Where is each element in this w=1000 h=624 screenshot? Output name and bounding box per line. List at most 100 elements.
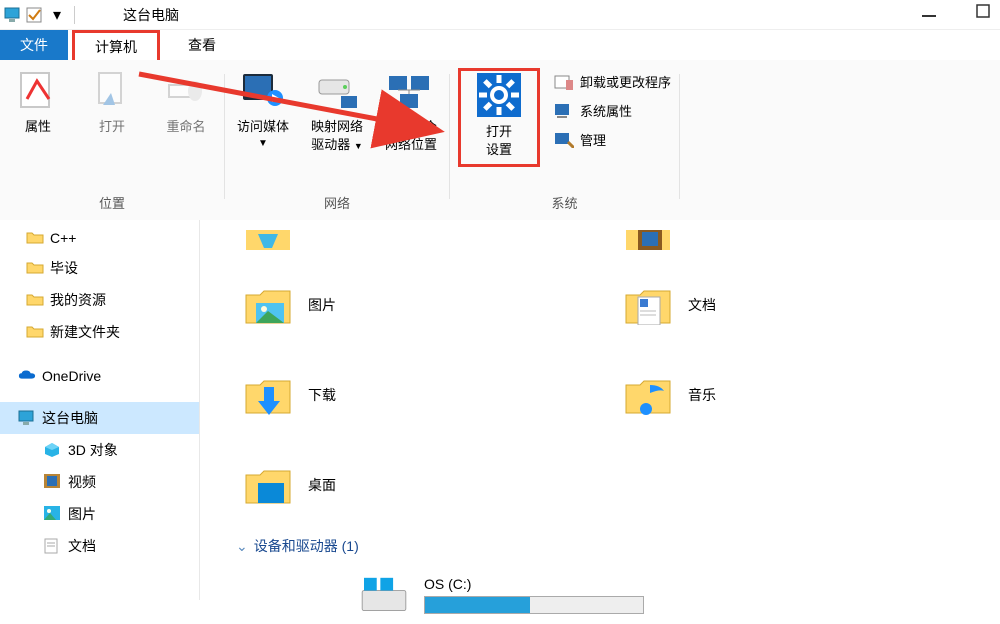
nav-pictures[interactable]: 图片: [0, 498, 199, 530]
properties-button[interactable]: 属性: [8, 68, 68, 136]
properties-label: 属性: [25, 118, 51, 136]
ribbon-group-network: 访问媒体 ▼ 映射网络驱动器 ▼ 添加一个网络位置 网络: [225, 68, 449, 220]
add-network-location-button[interactable]: 添加一个网络位置: [381, 68, 441, 153]
access-media-icon: [241, 68, 285, 112]
devices-section-header[interactable]: ⌄ 设备和驱动器 (1): [236, 536, 359, 556]
nav-folder-new[interactable]: 新建文件夹: [0, 316, 199, 348]
ribbon-group-location: 属性 打开 重命名 位置: [0, 68, 224, 220]
drive-item-os-c[interactable]: OS (C:): [356, 576, 644, 624]
nav-label: 毕设: [50, 258, 78, 278]
ribbon-tabs: 文件 计算机 查看: [0, 30, 1000, 60]
nav-label: 图片: [68, 504, 96, 524]
open-label: 打开: [99, 118, 125, 136]
maximize-button[interactable]: [976, 4, 990, 23]
folder-item-partial[interactable]: [620, 220, 1000, 260]
folder-item-music[interactable]: 音乐: [620, 350, 1000, 440]
nav-this-pc[interactable]: 这台电脑: [0, 402, 199, 434]
map-drive-label-2: 驱动器: [311, 137, 350, 152]
add-loc-label-1: 添加一个: [385, 119, 437, 134]
open-icon: [90, 68, 134, 112]
folder-item-desktop[interactable]: 桌面: [240, 440, 620, 530]
manage-link[interactable]: 管理: [554, 130, 671, 149]
nav-label: OneDrive: [42, 368, 101, 384]
desktop-folder-icon: [240, 457, 296, 513]
folder-icon: [26, 292, 44, 308]
system-properties-icon: [554, 103, 574, 119]
manage-label: 管理: [580, 130, 606, 149]
access-media-button[interactable]: 访问媒体 ▼: [233, 68, 293, 149]
map-drive-label-1: 映射网络: [311, 119, 363, 134]
open-button[interactable]: 打开: [82, 68, 142, 136]
capacity-fill: [425, 597, 530, 613]
tab-view[interactable]: 查看: [168, 30, 236, 60]
rename-button[interactable]: 重命名: [156, 68, 216, 136]
navigation-pane: C++ 毕设 我的资源 新建文件夹 OneDrive 这台电脑 3D 对象: [0, 220, 200, 600]
documents-icon: [44, 538, 62, 554]
computer-icon: [18, 410, 36, 426]
add-loc-label-2: 网络位置: [385, 137, 437, 152]
pictures-icon: [44, 506, 62, 522]
tab-file[interactable]: 文件: [0, 30, 68, 60]
uninstall-icon: [554, 74, 574, 90]
dropdown-icon: ▼: [258, 138, 268, 149]
rename-label: 重命名: [166, 118, 205, 136]
uninstall-programs-link[interactable]: 卸载或更改程序: [554, 72, 671, 91]
tab-computer[interactable]: 计算机: [72, 30, 160, 60]
nav-videos[interactable]: 视频: [0, 466, 199, 498]
onedrive-icon: [18, 368, 36, 384]
map-drive-button[interactable]: 映射网络驱动器 ▼: [307, 68, 367, 153]
item-label: 图片: [308, 295, 336, 315]
downloads-folder-icon: [240, 367, 296, 423]
dropdown-icon: ▼: [354, 141, 363, 151]
item-label: 桌面: [308, 475, 336, 495]
open-settings-highlight: 打开设置: [458, 68, 540, 167]
group-label-system: 系统: [552, 193, 578, 212]
title-bar-separator: [74, 6, 75, 24]
nav-label: 新建文件夹: [50, 322, 120, 342]
qat-checkbox-icon[interactable]: [26, 6, 44, 24]
manage-icon: [554, 132, 574, 148]
pictures-folder-icon: [240, 277, 296, 333]
app-icon: [4, 6, 22, 24]
group-label-network: 网络: [324, 193, 350, 212]
qat-dropdown-icon[interactable]: ▾: [48, 6, 66, 24]
ribbon-group-system: 打开设置 卸载或更改程序 系统属性 管理 系统: [450, 68, 679, 220]
nav-documents[interactable]: 文档: [0, 530, 199, 562]
item-label: 下载: [308, 385, 336, 405]
window-controls: [922, 4, 990, 23]
nav-3d-objects[interactable]: 3D 对象: [0, 434, 199, 466]
group-label-location: 位置: [99, 193, 125, 212]
folder-item-downloads[interactable]: 下载: [240, 350, 620, 440]
folder-item-partial[interactable]: [240, 220, 620, 260]
title-bar: ▾ 这台电脑: [0, 0, 1000, 30]
capacity-bar: [424, 596, 644, 614]
videos-icon: [44, 474, 62, 490]
nav-label: 视频: [68, 472, 96, 492]
minimize-button[interactable]: [922, 4, 936, 23]
nav-label: C++: [50, 230, 76, 246]
open-settings-button[interactable]: 打开设置: [469, 73, 529, 158]
folder-icon: [26, 230, 44, 246]
drive-icon: [356, 576, 412, 624]
uninstall-label: 卸载或更改程序: [580, 72, 671, 91]
nav-folder-cpp[interactable]: C++: [0, 224, 199, 252]
chevron-down-icon: ⌄: [236, 538, 248, 555]
nav-onedrive[interactable]: OneDrive: [0, 362, 199, 390]
nav-label: 这台电脑: [42, 408, 98, 428]
folder-item-documents[interactable]: 文档: [620, 260, 1000, 350]
folder-item-pictures[interactable]: 图片: [240, 260, 620, 350]
folder-icon: [26, 324, 44, 340]
item-label: 文档: [688, 295, 716, 315]
rename-icon: [164, 68, 208, 112]
nav-label: 我的资源: [50, 290, 106, 310]
folder-icon: [26, 260, 44, 276]
nav-folder-myresource[interactable]: 我的资源: [0, 284, 199, 316]
music-folder-icon: [620, 367, 676, 423]
nav-folder-bishe[interactable]: 毕设: [0, 252, 199, 284]
map-drive-icon: [315, 68, 359, 112]
drive-label: OS (C:): [424, 576, 644, 592]
properties-icon: [16, 68, 60, 112]
gear-icon: [477, 73, 521, 117]
3d-objects-icon: [44, 442, 62, 458]
system-properties-link[interactable]: 系统属性: [554, 101, 671, 120]
